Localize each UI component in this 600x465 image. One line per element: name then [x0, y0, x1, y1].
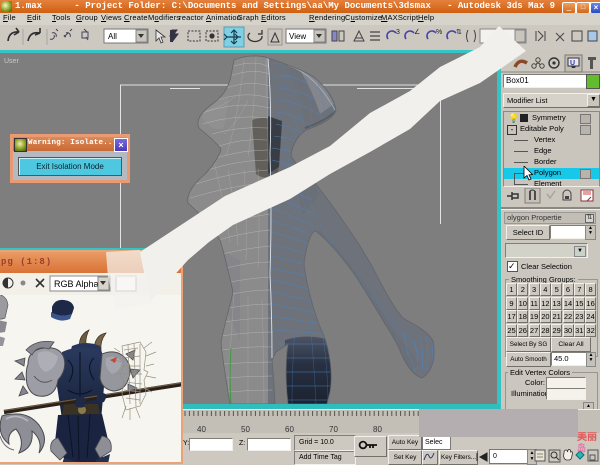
svg-text:All: All — [108, 32, 117, 41]
svg-text:View: View — [289, 32, 306, 41]
svg-text:RGB Alpha: RGB Alpha — [54, 279, 99, 289]
svg-text:User: User — [4, 58, 19, 65]
svg-text:%: % — [436, 29, 442, 36]
svg-text:⇅: ⇅ — [456, 29, 462, 36]
svg-text:U: U — [570, 60, 575, 67]
svg-text:∠: ∠ — [414, 28, 420, 36]
svg-text:3: 3 — [396, 29, 400, 36]
